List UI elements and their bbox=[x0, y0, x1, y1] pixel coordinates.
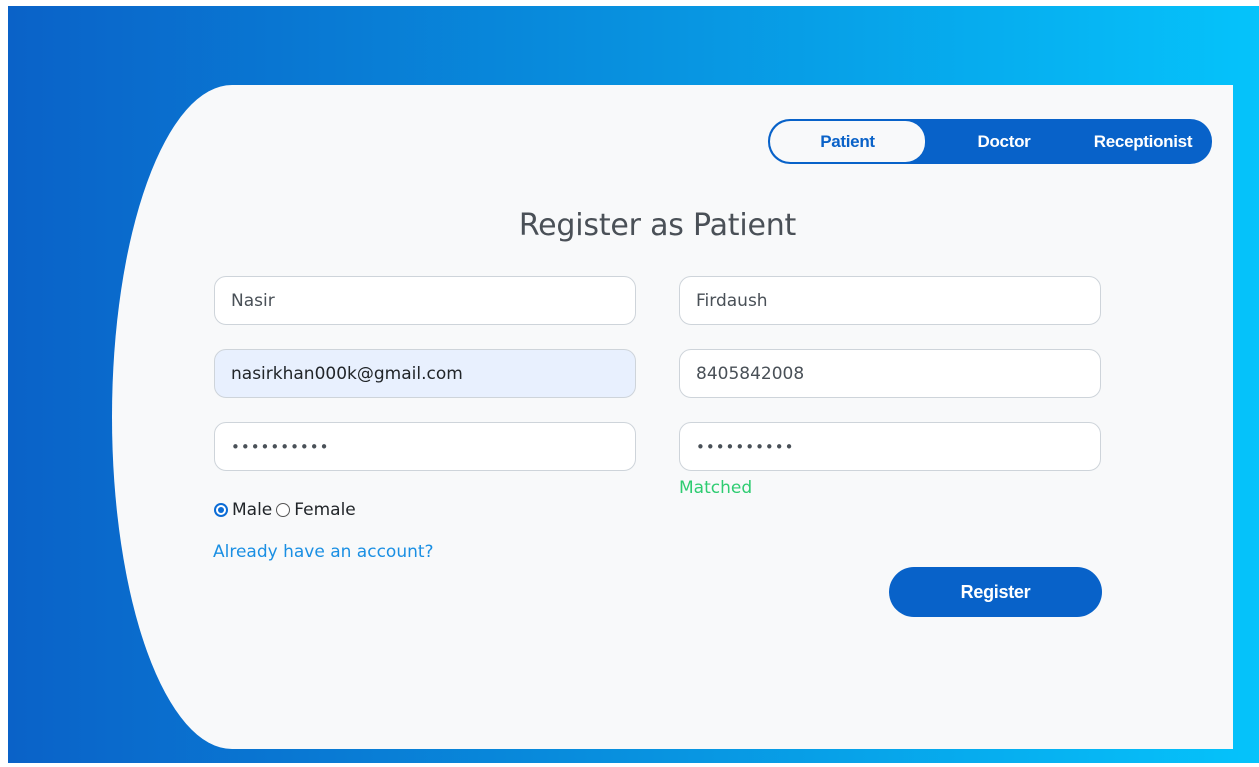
first-name-input[interactable] bbox=[214, 276, 636, 325]
gender-radio-group: Male Female bbox=[214, 499, 360, 521]
female-radio[interactable] bbox=[276, 503, 291, 517]
role-tabs: Patient Doctor Receptionist bbox=[768, 119, 1212, 164]
register-button[interactable]: Register bbox=[889, 567, 1102, 617]
male-label[interactable]: Male bbox=[232, 500, 272, 520]
confirm-password-input[interactable] bbox=[679, 422, 1101, 471]
page-title: Register as Patient bbox=[518, 208, 797, 243]
last-name-input[interactable] bbox=[679, 276, 1101, 325]
password-input[interactable] bbox=[214, 422, 636, 471]
password-match-status: Matched bbox=[679, 478, 753, 498]
tab-patient[interactable]: Patient bbox=[770, 121, 925, 162]
phone-input[interactable] bbox=[679, 349, 1101, 398]
male-radio[interactable] bbox=[214, 503, 228, 517]
tab-doctor[interactable]: Doctor bbox=[956, 119, 1052, 164]
email-input[interactable] bbox=[214, 349, 636, 398]
female-label[interactable]: Female bbox=[294, 500, 355, 520]
tab-receptionist[interactable]: Receptionist bbox=[1074, 119, 1212, 164]
login-link[interactable]: Already have an account? bbox=[213, 542, 434, 562]
register-card bbox=[112, 85, 1233, 749]
